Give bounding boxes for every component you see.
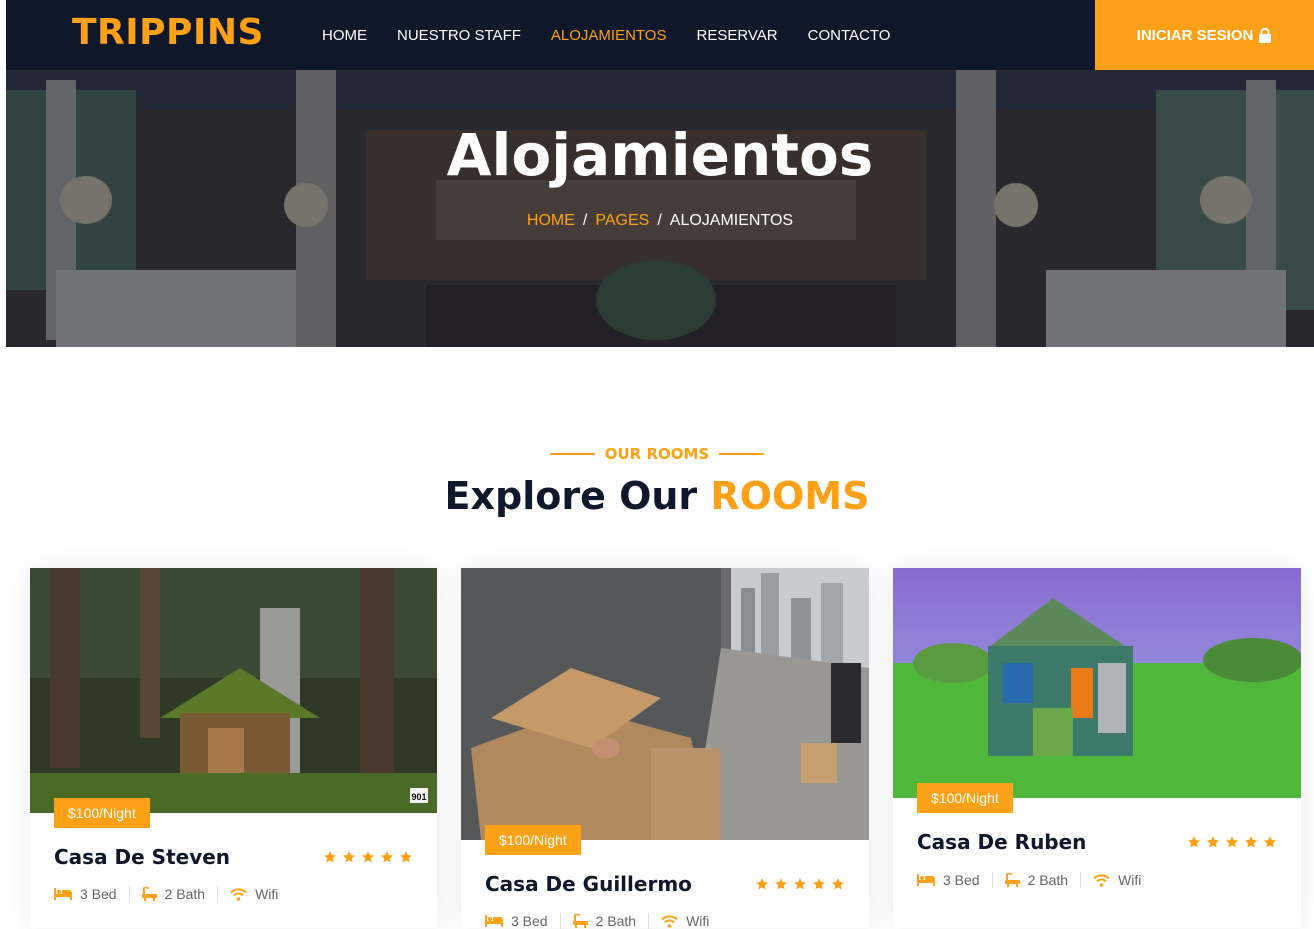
star-icon [756,878,768,890]
price-badge: $100/Night [485,825,581,855]
star-icon [1245,836,1257,848]
login-label: INICIAR SESION [1136,26,1254,44]
room-amenities: 3 Bed 2 Bath Wifi [54,886,302,902]
rating-stars [318,850,413,864]
star-icon [1207,836,1219,848]
section-title: Explore Our ROOMS [0,472,1314,520]
room-image-badge: 901 [411,792,426,802]
star-icon [832,878,844,890]
star-icon [1188,836,1200,848]
bed-icon [485,915,503,927]
nav-menu: HOME NUESTRO STAFF ALOJAMIENTOS RESERVAR… [322,0,920,70]
wifi-icon [1093,873,1110,887]
breadcrumb-current: ALOJAMIENTOS [669,212,794,229]
nav-reservar[interactable]: RESERVAR [696,27,777,44]
amenity-wifi-label: Wifi [686,913,710,929]
navbar: TRIPPINS HOME NUESTRO STAFF ALOJAMIENTOS… [6,0,1314,70]
bed-icon [917,874,935,886]
rating-stars [750,877,845,891]
price-badge: $100/Night [54,798,150,828]
star-icon [794,878,806,890]
amenity-wifi-label: Wifi [255,886,279,902]
room-image[interactable]: 901 [30,568,437,813]
subtitle-line-right [719,453,765,455]
lock-icon [1259,27,1272,43]
amenity-bath: 2 Bath [141,886,219,902]
hero-overlay [6,70,1314,347]
bath-icon [572,914,588,928]
amenity-bath-label: 2 Bath [164,886,206,902]
brand-logo[interactable]: TRIPPINS [72,12,264,54]
room-amenities: 3 Bed 2 Bath Wifi [917,872,1165,888]
breadcrumb-pages[interactable]: PAGES [595,212,649,229]
nav-alojamientos[interactable]: ALOJAMIENTOS [551,27,667,44]
amenity-bath-label: 2 Bath [595,913,637,929]
amenity-bed: 3 Bed [54,886,130,902]
room-image[interactable] [893,568,1301,798]
room-card[interactable]: $100/Night Casa De Ruben 3 Bed 2 Bath Wi… [893,568,1301,928]
nav-contacto[interactable]: CONTACTO [808,27,891,44]
room-card[interactable]: 901 $100/Night Casa De Steven 3 Bed 2 Ba… [30,568,437,928]
rating-stars [1182,835,1277,849]
section-subtitle: OUR ROOMS [0,445,1314,463]
page-title: Alojamientos [446,121,874,189]
nav-nuestro-staff[interactable]: NUESTRO STAFF [397,27,521,44]
room-name: Casa De Steven [54,845,231,869]
amenity-bath: 2 Bath [1004,872,1082,888]
hero-banner: Alojamientos HOME / PAGES / ALOJAMIENTOS [6,70,1314,347]
star-icon [813,878,825,890]
wifi-icon [661,914,678,928]
amenity-bath-label: 2 Bath [1027,872,1069,888]
star-icon [1226,836,1238,848]
star-icon [343,851,355,863]
star-icon [362,851,374,863]
breadcrumb-home[interactable]: HOME [527,212,575,229]
bath-icon [141,887,157,901]
price-badge: $100/Night [917,783,1013,813]
room-image-shack [893,568,1301,798]
section-title-accent: ROOMS [710,474,870,518]
amenity-wifi: Wifi [230,886,290,902]
amenity-bed-label: 3 Bed [511,913,548,929]
room-amenities: 3 Bed 2 Bath Wifi [485,913,733,929]
amenity-bed-label: 3 Bed [80,886,117,902]
amenity-wifi-label: Wifi [1118,872,1142,888]
nav-home[interactable]: HOME [322,27,367,44]
star-icon [400,851,412,863]
amenity-wifi: Wifi [661,913,721,929]
amenity-bed: 3 Bed [917,872,993,888]
star-icon [775,878,787,890]
section-title-text: Explore Our [444,474,698,518]
amenity-wifi: Wifi [1093,872,1153,888]
room-name: Casa De Ruben [917,830,1087,854]
room-image-street [461,568,869,840]
room-card[interactable]: $100/Night Casa De Guillermo 3 Bed 2 Bat… [461,568,869,929]
login-button[interactable]: INICIAR SESION [1095,0,1314,70]
bed-icon [54,888,72,900]
star-icon [324,851,336,863]
star-icon [381,851,393,863]
room-image-cottage: 901 [30,568,437,813]
section-subtitle-text: OUR ROOMS [604,445,710,463]
amenity-bed-label: 3 Bed [943,872,980,888]
breadcrumb: HOME / PAGES / ALOJAMIENTOS [526,212,794,229]
amenity-bed: 3 Bed [485,913,561,929]
subtitle-line-left [549,453,595,455]
amenity-bath: 2 Bath [572,913,650,929]
star-icon [1264,836,1276,848]
bath-icon [1004,873,1020,887]
room-image[interactable] [461,568,869,840]
room-name: Casa De Guillermo [485,872,692,896]
wifi-icon [230,887,247,901]
